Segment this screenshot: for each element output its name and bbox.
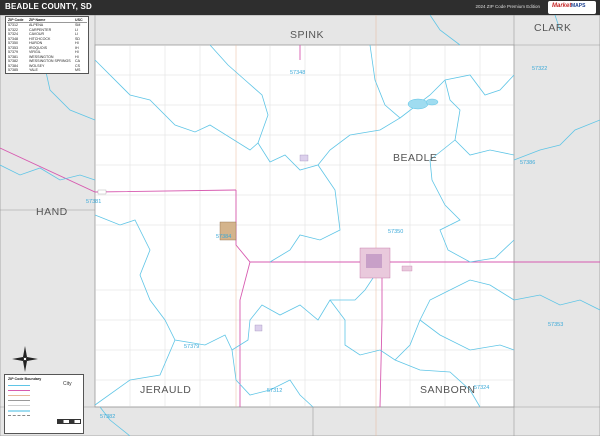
neighbor-jerauld-label: JERAULD — [140, 384, 191, 396]
key-scale-bar — [57, 419, 81, 424]
legend-usc: HI — [75, 54, 79, 59]
neighbor-sanborn-label: SANBORN — [420, 384, 475, 396]
legend-row: 57324 CAVOUR LI — [7, 32, 87, 36]
key-section-line — [8, 395, 30, 396]
brand-logo-main: Market — [552, 3, 572, 9]
compass-rose-icon — [12, 346, 38, 372]
legend-row: 57379 VIRGIL HI — [7, 50, 87, 54]
legend-zip: 57350 — [8, 41, 18, 45]
legend-name: IROQUOIS — [29, 45, 47, 50]
neighbor-hand-label: HAND — [36, 206, 68, 218]
legend-usc: LI — [75, 27, 78, 32]
legend-header-usc: USC — [75, 18, 83, 22]
legend-row: 57382 WESSINGTON SPRINGS CA — [7, 59, 87, 63]
legend-usc: MS — [75, 68, 81, 72]
legend-row: 57381 WESSINGTON HI — [7, 55, 87, 59]
legend-usc: LI — [75, 32, 78, 36]
legend-zip: 57353 — [8, 45, 18, 50]
legend-usc: IH — [75, 45, 79, 50]
key-road-line — [8, 405, 30, 406]
zip-label-57384: 57384 — [216, 234, 231, 240]
legend-header-zip: ZIP Code — [8, 18, 24, 22]
key-other-line — [8, 415, 30, 416]
town-huron-core — [366, 254, 382, 268]
legend-usc: SM — [75, 23, 81, 27]
legend-usc: CS — [75, 63, 80, 68]
legend-zip: 57379 — [8, 50, 18, 54]
legend-name: YALE — [29, 68, 38, 72]
key-heading: ZIP Code Boundary — [8, 377, 42, 381]
legend-row: 57322 CARPENTER LI — [7, 28, 87, 32]
legend-usc: HI — [75, 50, 79, 54]
legend-name: VIRGIL — [29, 50, 41, 54]
edition-label: 2024 ZIP Code Premium Edition — [475, 4, 540, 9]
zip-label-57353: 57353 — [548, 322, 563, 328]
town-hitchcock — [299, 154, 309, 162]
legend-zip: 57312 — [8, 23, 18, 27]
legend-name: HURON — [29, 41, 43, 45]
zip-legend: ZIP Code ZIP Name USC 57312 ALPENA SM 5732… — [5, 16, 89, 74]
legend-name: WESSINGTON — [29, 54, 54, 59]
huron-east — [401, 265, 413, 272]
map-frame: BEADLE COUNTY, SD 2024 ZIP Code Premium … — [0, 0, 600, 436]
key-city-label: City — [63, 381, 72, 387]
legend-name: CARPENTER — [29, 27, 52, 32]
map-key: ZIP Code Boundary City — [4, 374, 84, 434]
legend-name: ALPENA — [29, 23, 44, 27]
title-bar: BEADLE COUNTY, SD 2024 ZIP Code Premium … — [0, 0, 600, 15]
key-zip-line — [8, 385, 30, 386]
zip-label-57350: 57350 — [388, 229, 403, 235]
legend-row: 57348 HITCHCOCK SD — [7, 37, 87, 41]
legend-zip: 57381 — [8, 54, 18, 59]
legend-usc: SD — [75, 36, 80, 41]
zip-label-57324: 57324 — [474, 385, 489, 391]
legend-name: WOLSEY — [29, 63, 45, 68]
legend-zip: 57348 — [8, 36, 18, 41]
legend-row: 57312 ALPENA SM — [7, 23, 87, 27]
legend-zip: 57382 — [8, 59, 18, 63]
zip-label-57312: 57312 — [267, 388, 282, 394]
legend-row: 57353 IROQUOIS IH — [7, 46, 87, 50]
place-west — [97, 189, 107, 195]
legend-zip: 57324 — [8, 32, 18, 36]
neighbor-spink-label: SPINK — [290, 29, 324, 41]
brand-logo-sub: MAPS — [571, 3, 586, 9]
legend-row: 57385 YALE MS — [7, 68, 87, 72]
town-virgil — [254, 324, 263, 332]
legend-name: CAVOUR — [29, 32, 45, 36]
county-name-label: BEADLE — [393, 152, 437, 164]
legend-row: 57350 HURON HI — [7, 41, 87, 45]
zip-label-57386: 57386 — [520, 160, 535, 166]
zip-label-57382: 57382 — [100, 414, 115, 420]
legend-zip: 57322 — [8, 27, 18, 32]
zip-label-57348: 57348 — [290, 70, 305, 76]
legend-header-name: ZIP Name — [29, 18, 46, 22]
map-canvas[interactable]: SPINK CLARK HAND JERAULD SANBORN BEADLE … — [0, 15, 600, 436]
zip-label-57381: 57381 — [86, 199, 101, 205]
legend-usc: HI — [75, 41, 79, 45]
map-title: BEADLE COUNTY, SD — [5, 2, 92, 11]
legend-usc: CA — [75, 59, 80, 63]
legend-row: 57384 WOLSEY CS — [7, 64, 87, 68]
key-water-line — [8, 410, 30, 412]
zip-label-57379: 57379 — [184, 344, 199, 350]
key-county-line — [8, 400, 30, 401]
legend-name: HITCHCOCK — [29, 36, 51, 41]
neighbor-clark-label: CLARK — [534, 22, 572, 34]
legend-name: WESSINGTON SPRINGS — [29, 59, 71, 63]
key-highway-line — [8, 390, 30, 391]
zip-label-57322: 57322 — [532, 66, 547, 72]
legend-zip: 57385 — [8, 68, 18, 72]
legend-zip: 57384 — [8, 63, 18, 68]
county-area — [94, 44, 515, 408]
